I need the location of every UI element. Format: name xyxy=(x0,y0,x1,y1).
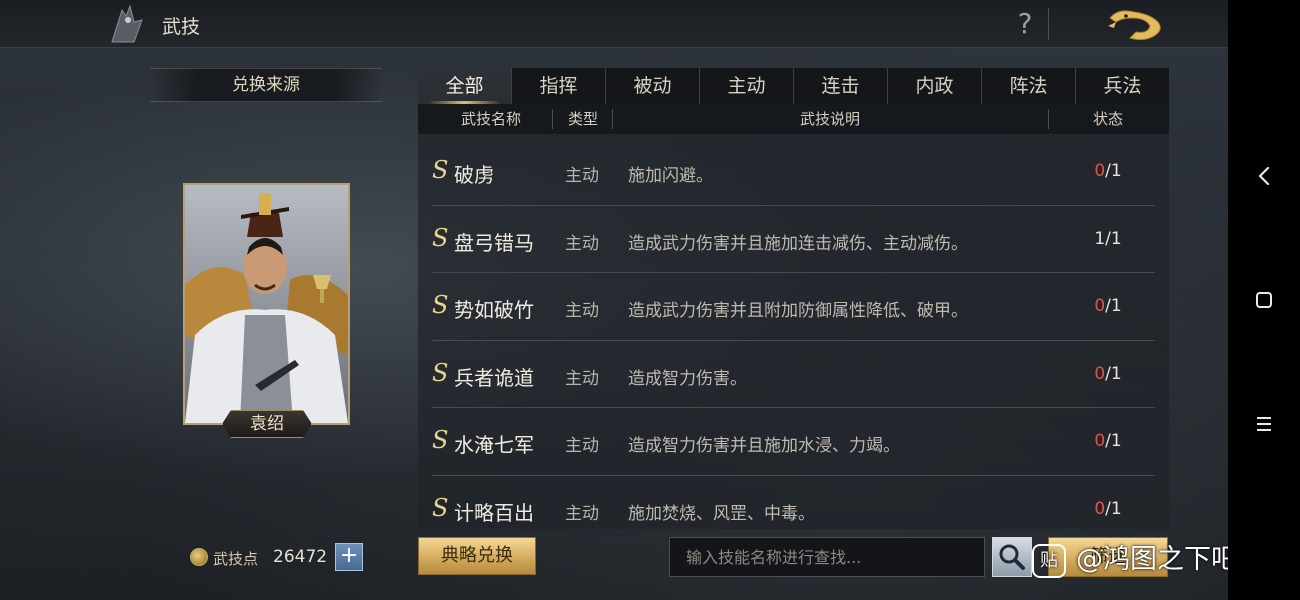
skill-status: 1/1 xyxy=(1082,229,1134,249)
dragon-emblem-icon xyxy=(104,2,148,46)
skill-grade-badge: S xyxy=(432,493,449,522)
status-max-count: /1 xyxy=(1105,228,1122,249)
chevron-left-icon xyxy=(1258,166,1270,186)
tab-formation[interactable]: 阵法 xyxy=(982,68,1076,104)
skill-status: 0/1 xyxy=(1082,296,1134,316)
skill-status: 0/1 xyxy=(1082,161,1134,181)
skill-category-tabs: 全部 指挥 被动 主动 连击 内政 阵法 兵法 xyxy=(418,68,1169,104)
column-separator xyxy=(612,109,613,129)
skill-description: 造成智力伤害并且施加水浸、力竭。 xyxy=(628,436,900,456)
hero-portrait-image xyxy=(185,185,348,423)
tab-all[interactable]: 全部 xyxy=(418,68,512,104)
skill-search-input[interactable] xyxy=(669,537,985,577)
game-screen: 武技 ? 兑换来源 袁绍 武技点 26472 + 全部 指挥 被动 主动 连击 … xyxy=(0,0,1228,600)
status-max-count: /1 xyxy=(1105,431,1122,451)
add-skill-points-button[interactable]: + xyxy=(335,543,363,571)
column-header-status: 状态 xyxy=(1092,110,1123,128)
skill-point-coin-icon xyxy=(190,548,208,566)
status-owned-count: 0 xyxy=(1094,431,1106,451)
skill-grade-badge: S xyxy=(432,223,449,252)
skill-status: 0/1 xyxy=(1082,431,1134,451)
table-header: 武技名称 类型 武技说明 状态 xyxy=(418,104,1169,134)
skill-name: 破虏 xyxy=(454,163,494,187)
tab-passive[interactable]: 被动 xyxy=(606,68,700,104)
skill-grade-badge: S xyxy=(432,291,449,319)
top-bar: 武技 ? xyxy=(0,0,1228,48)
skill-points-row: 武技点 26472 + xyxy=(190,543,370,571)
skill-type: 主动 xyxy=(565,166,599,186)
status-max-count: /1 xyxy=(1105,498,1122,519)
help-button[interactable]: ? xyxy=(1010,6,1040,42)
column-separator xyxy=(1048,109,1049,129)
status-owned-count: 0 xyxy=(1094,363,1106,384)
tab-domestic[interactable]: 内政 xyxy=(888,68,982,104)
skill-description: 施加闪避。 xyxy=(628,166,713,186)
nav-back-button[interactable] xyxy=(1248,160,1280,192)
tab-active[interactable]: 主动 xyxy=(700,68,794,104)
tab-combo[interactable]: 连击 xyxy=(794,68,888,104)
table-row[interactable]: S 势如破竹 主动 造成武力伤害并且附加防御属性降低、破甲。 0/1 xyxy=(432,273,1155,341)
status-max-count: /1 xyxy=(1105,296,1122,316)
skill-type: 主动 xyxy=(565,503,599,524)
skill-grade-badge: S xyxy=(432,156,449,184)
skill-name: 盘弓错马 xyxy=(454,230,534,255)
hero-portrait[interactable] xyxy=(183,183,350,425)
skill-type: 主动 xyxy=(565,301,599,321)
nav-home-button[interactable] xyxy=(1248,284,1280,316)
divider xyxy=(1048,8,1049,40)
skill-status: 0/1 xyxy=(1082,364,1134,384)
page-title: 武技 xyxy=(162,16,201,38)
tab-tactics[interactable]: 兵法 xyxy=(1076,68,1169,104)
skill-list: S 破虏 主动 施加闪避。 0/1 S 盘弓错马 主动 造成武力伤害并且施加连击… xyxy=(418,138,1169,543)
nav-menu-button[interactable] xyxy=(1248,408,1280,440)
status-owned-count: 0 xyxy=(1094,296,1106,316)
skill-name: 势如破竹 xyxy=(454,298,534,322)
status-owned-count: 1 xyxy=(1094,228,1106,249)
skill-status: 0/1 xyxy=(1082,499,1134,519)
tieba-logo-icon: 贴 xyxy=(1032,544,1066,578)
column-header-name: 武技名称 xyxy=(460,110,521,128)
status-owned-count: 0 xyxy=(1094,498,1106,519)
skill-description: 造成武力伤害并且附加防御属性降低、破甲。 xyxy=(628,301,968,321)
home-square-icon xyxy=(1256,292,1272,308)
skill-description: 施加焚烧、风罡、中毒。 xyxy=(628,503,815,524)
skill-name: 兵者诡道 xyxy=(454,365,534,390)
skill-points-value: 26472 xyxy=(273,547,328,567)
search-icon xyxy=(999,544,1025,570)
column-separator xyxy=(552,109,553,129)
column-header-type: 类型 xyxy=(567,110,598,128)
skill-points-label: 武技点 xyxy=(213,550,259,568)
skill-description: 造成智力伤害。 xyxy=(628,368,747,389)
table-row[interactable]: S 水淹七军 主动 造成智力伤害并且施加水浸、力竭。 0/1 xyxy=(432,408,1155,476)
skill-description: 造成武力伤害并且施加连击减伤、主动减伤。 xyxy=(628,233,968,254)
skill-type: 主动 xyxy=(565,368,599,389)
back-button[interactable] xyxy=(1104,4,1168,44)
exchange-button[interactable]: 典略兑换 xyxy=(418,537,536,575)
table-row[interactable]: S 破虏 主动 施加闪避。 0/1 xyxy=(432,138,1155,206)
search-button[interactable] xyxy=(992,537,1032,577)
status-max-count: /1 xyxy=(1105,363,1122,384)
skill-name: 计略百出 xyxy=(454,500,534,525)
table-row[interactable]: S 盘弓错马 主动 造成武力伤害并且施加连击减伤、主动减伤。 1/1 xyxy=(432,206,1155,273)
status-max-count: /1 xyxy=(1105,161,1122,181)
dragon-back-icon xyxy=(1108,10,1161,41)
skill-grade-badge: S xyxy=(432,358,449,387)
status-owned-count: 0 xyxy=(1094,161,1106,181)
table-row[interactable]: S 计略百出 主动 施加焚烧、风罡、中毒。 0/1 xyxy=(432,476,1155,544)
hero-name: 袁绍 xyxy=(222,410,312,438)
system-navigation-bar xyxy=(1228,0,1300,600)
table-row[interactable]: S 兵者诡道 主动 造成智力伤害。 0/1 xyxy=(432,341,1155,408)
column-header-description: 武技说明 xyxy=(799,110,860,128)
watermark-text: @鸿图之下吧 xyxy=(1076,544,1238,575)
skill-type: 主动 xyxy=(565,233,599,254)
tab-command[interactable]: 指挥 xyxy=(512,68,606,104)
skill-table: 武技名称 类型 武技说明 状态 S 破虏 主动 施加闪避。 0/1 S 盘弓错马… xyxy=(418,104,1169,529)
menu-lines-icon xyxy=(1257,417,1271,431)
skill-grade-badge: S xyxy=(432,426,449,454)
exchange-source-title: 兑换来源 xyxy=(150,68,382,102)
skill-name: 水淹七军 xyxy=(454,433,534,457)
skill-type: 主动 xyxy=(565,436,599,456)
